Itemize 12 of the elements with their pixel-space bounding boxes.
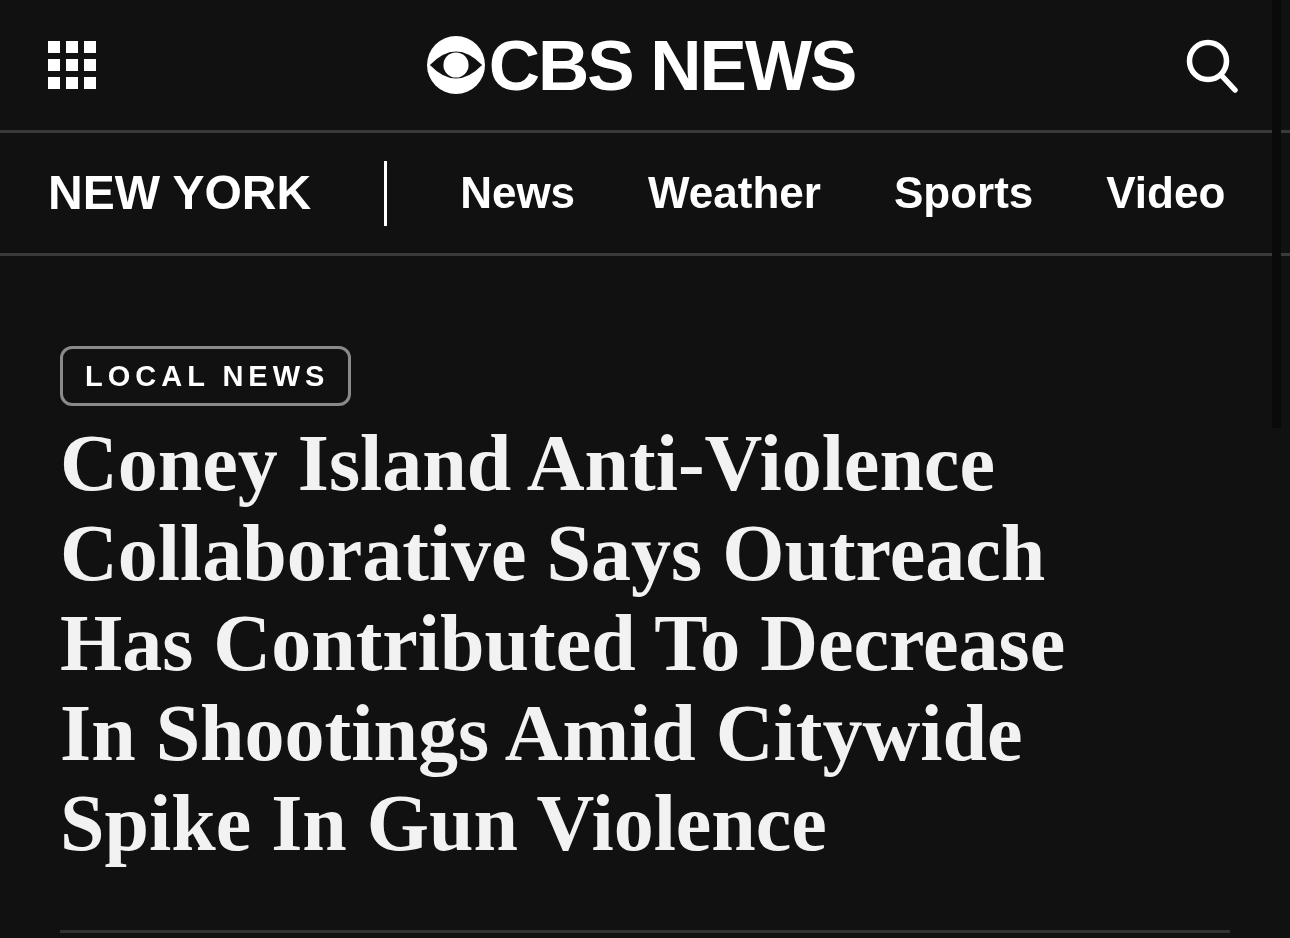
logo-link[interactable]: CBS NEWS (426, 29, 856, 101)
eye-logo-icon (426, 36, 485, 94)
section-title[interactable]: NEW YORK (48, 169, 312, 217)
scrollbar[interactable] (1272, 0, 1281, 428)
nav-link[interactable]: Weather (648, 171, 821, 215)
article-headline: Coney Island Anti-Violence Collaborative Says Outreach Has Contributed To Decrease In Shootings Amid Citywide Spike In Gun Violence (60, 418, 1067, 868)
search-icon[interactable] (1186, 37, 1238, 93)
nav-link[interactable]: Sports (893, 171, 1034, 215)
nav-link[interactable]: Video (1106, 171, 1226, 215)
nav-link[interactable]: News (460, 171, 576, 215)
category-tag[interactable]: LOCAL NEWS (60, 346, 352, 406)
menu-icon[interactable] (48, 41, 96, 89)
